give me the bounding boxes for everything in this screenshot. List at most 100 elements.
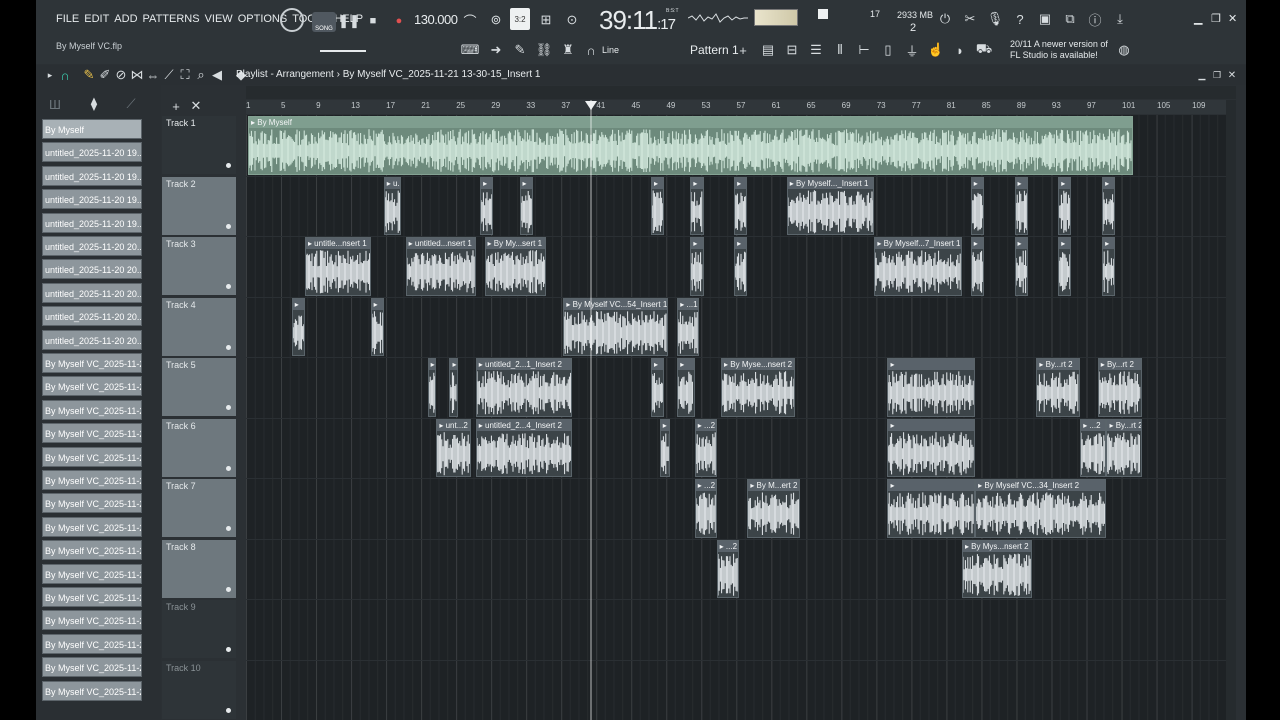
audio-clip[interactable]: ▸ xyxy=(690,176,704,235)
touch-icon[interactable]: ☝ xyxy=(928,42,944,58)
audio-clip[interactable]: ▸ xyxy=(970,176,984,235)
download-icon[interactable]: ⤓ xyxy=(1111,10,1129,28)
clip-list-item[interactable]: By Myself VC_2025-11-2... xyxy=(42,540,142,561)
clip-list-item[interactable]: By Myself VC_2025-11-2... xyxy=(42,680,142,701)
clip-list-item[interactable]: By Myself VC_2025-11-2... xyxy=(42,423,142,444)
clip-source-icon[interactable]: ⧫ xyxy=(86,96,102,111)
audio-clip[interactable]: ▸ By Myself VC...54_Insert 1 xyxy=(563,297,669,356)
audio-clip[interactable]: ▸ xyxy=(659,418,671,477)
audio-clip[interactable]: ▸ By...rt 2 xyxy=(1097,358,1142,417)
audio-clip[interactable]: ▸ xyxy=(1014,237,1028,296)
clip-list-item[interactable]: By Myself VC_2025-11-2... xyxy=(42,446,142,467)
countdown-icon[interactable]: 3:2 xyxy=(510,8,530,30)
export-icon[interactable]: ⧉ xyxy=(1061,10,1079,28)
snap-selector[interactable]: Line xyxy=(602,45,619,55)
track-header[interactable]: Track 8 xyxy=(162,539,236,598)
vertical-scrollbar[interactable] xyxy=(1226,100,1236,720)
audio-clip[interactable]: ▸ xyxy=(690,237,704,296)
record-icon[interactable]: ● xyxy=(390,12,408,30)
slip-tool-icon[interactable]: ⇔ xyxy=(146,68,160,83)
add-pattern-icon[interactable]: + xyxy=(736,42,750,58)
clip-list-item[interactable]: By Myself VC_2025-11-2... xyxy=(42,587,142,607)
channel-rack-icon[interactable]: ⊟ xyxy=(784,42,800,58)
timeline-ruler[interactable]: 1 5 9 13 17 21 25 29 33 37 41 45 49 53 57 61 65 69 73 77 81 8… xyxy=(246,100,1236,114)
minimize-icon[interactable]: ▁ xyxy=(1194,12,1202,25)
clip-list-item[interactable]: By Myself VC_2025-11-2... xyxy=(42,470,142,490)
arrangement-overview[interactable] xyxy=(246,86,1236,99)
audio-clip[interactable]: ▸ xyxy=(677,358,695,417)
track-header[interactable]: Track 6 xyxy=(162,418,236,477)
audio-clip[interactable]: ▸ xyxy=(1058,176,1072,235)
audio-clip[interactable]: ▸ By My...sert 1 xyxy=(484,237,546,296)
playlist-close-icon[interactable]: ✕ xyxy=(1226,68,1238,82)
clip-list-item[interactable]: By Myself VC_2025-11-2... xyxy=(42,657,142,678)
audio-clip[interactable]: ▸ By Myself xyxy=(248,116,1133,175)
audio-clip[interactable]: ▸ xyxy=(650,358,665,417)
clip-list-item[interactable]: untitled_2025-11-20 20... xyxy=(42,306,142,327)
clip-list-item[interactable]: untitled_2025-11-20 20... xyxy=(42,282,142,303)
clip-list-item[interactable]: By Myself VC_2025-11-2... xyxy=(42,516,142,537)
clip-list-item[interactable]: By Myself VC_2025-11-2... xyxy=(42,633,142,654)
zoom-tool-icon[interactable]: ⌕ xyxy=(194,67,208,82)
piano-roll-icon[interactable]: ⌨ xyxy=(460,42,480,58)
audio-clip[interactable]: ▸ xyxy=(427,358,437,417)
track-activity-dot[interactable] xyxy=(226,647,231,652)
menu-item-patterns[interactable]: PATTERNS xyxy=(143,13,200,25)
audio-clip[interactable]: ▸ By Mys...nsert 2 xyxy=(961,539,1033,598)
track-header[interactable]: Track 10 xyxy=(162,660,236,719)
slice-tool-icon[interactable]: ⟋ xyxy=(162,67,176,82)
audio-clip[interactable]: ▸ By...rt 2 xyxy=(1036,358,1081,417)
song-position-clock[interactable]: 39:11:17 xyxy=(599,5,676,36)
track-activity-dot[interactable] xyxy=(226,405,231,410)
stop-icon[interactable]: ■ xyxy=(364,12,382,30)
stamp-icon[interactable]: ♜ xyxy=(558,42,578,58)
audio-clip[interactable]: ▸ By Myse...nsert 2 xyxy=(721,358,796,417)
menu-item-view[interactable]: VIEW xyxy=(205,13,233,25)
audio-clip[interactable]: ▸ xyxy=(1014,176,1028,235)
snap-magnet-icon[interactable]: ∩ xyxy=(58,68,72,83)
audio-clip[interactable]: ▸ xyxy=(970,237,984,296)
mixer-faders-icon[interactable]: ⫴ xyxy=(832,42,848,58)
track-activity-dot[interactable] xyxy=(226,344,231,350)
link-icon[interactable]: ⛓ xyxy=(534,42,554,58)
audio-clip[interactable]: ▸ ...2 xyxy=(694,418,717,477)
track-header[interactable]: Track 7 xyxy=(162,479,236,537)
help-icon[interactable]: ? xyxy=(1011,10,1029,28)
track-header[interactable]: Track 9 xyxy=(162,600,236,658)
audio-clip[interactable]: ▸ By...rt 2 xyxy=(1106,418,1142,477)
main-volume-knob[interactable] xyxy=(280,8,304,32)
audio-clip[interactable]: ▸ By Myself...7_Insert 1 xyxy=(874,237,962,296)
track-header[interactable]: Track 1 xyxy=(162,116,236,174)
track-activity-dot[interactable] xyxy=(226,707,231,713)
clip-list-item[interactable]: untitled_2025-11-20 20... xyxy=(42,329,142,350)
track-activity-dot[interactable] xyxy=(226,526,231,531)
step-edit-icon[interactable]: ⊞ xyxy=(536,10,556,30)
master-pitch-slider[interactable] xyxy=(320,50,366,52)
wait-input-icon[interactable]: ⊚ xyxy=(486,10,506,30)
speaker-icon[interactable]: ◗ xyxy=(952,42,968,58)
audio-clip[interactable]: ▸ By M...ert 2 xyxy=(747,479,800,538)
clip-list-item[interactable]: By Myself xyxy=(42,119,142,139)
clip-list-item[interactable]: untitled_2025-11-20 19... xyxy=(42,142,142,163)
update-notice[interactable]: 20/11 A newer version of FL Studio is av… xyxy=(1010,39,1110,61)
playlist-menu-arrow-icon[interactable]: ▸ xyxy=(44,68,56,82)
track-activity-dot[interactable] xyxy=(226,586,231,592)
audio-clip[interactable]: ▸ xyxy=(1102,237,1116,296)
audio-clip[interactable]: ▸ untitle...nsert 1 xyxy=(304,237,371,296)
browser-tree-icon[interactable]: ⊢ xyxy=(856,42,872,58)
metronome-icon[interactable]: ⌒ xyxy=(460,10,480,30)
clip-list-item[interactable]: untitled_2025-11-20 19... xyxy=(42,189,142,210)
audio-clip[interactable]: ▸ xyxy=(370,297,384,356)
mixer-icon[interactable]: ☰ xyxy=(808,42,824,58)
clip-list-item[interactable]: By Myself VC_2025-11-2... xyxy=(42,493,142,514)
clip-list-item[interactable]: untitled_2025-11-20 20... xyxy=(42,259,142,280)
select-tool-icon[interactable]: ⛶ xyxy=(178,67,192,82)
audio-clip[interactable]: ▸ xyxy=(1058,237,1072,296)
audio-clip[interactable]: ▸ xyxy=(291,297,305,356)
draw-tool-icon[interactable]: ✎ xyxy=(82,67,96,82)
clip-list-item[interactable]: By Myself VC_2025-11-2... xyxy=(42,353,142,373)
audio-clip[interactable]: ▸ u... xyxy=(383,176,402,235)
audio-clip[interactable]: ▸ xyxy=(519,176,533,235)
audio-clip[interactable]: ▸ ...2 xyxy=(716,539,739,598)
clip-list-item[interactable]: By Myself VC_2025-11-2... xyxy=(42,610,142,631)
